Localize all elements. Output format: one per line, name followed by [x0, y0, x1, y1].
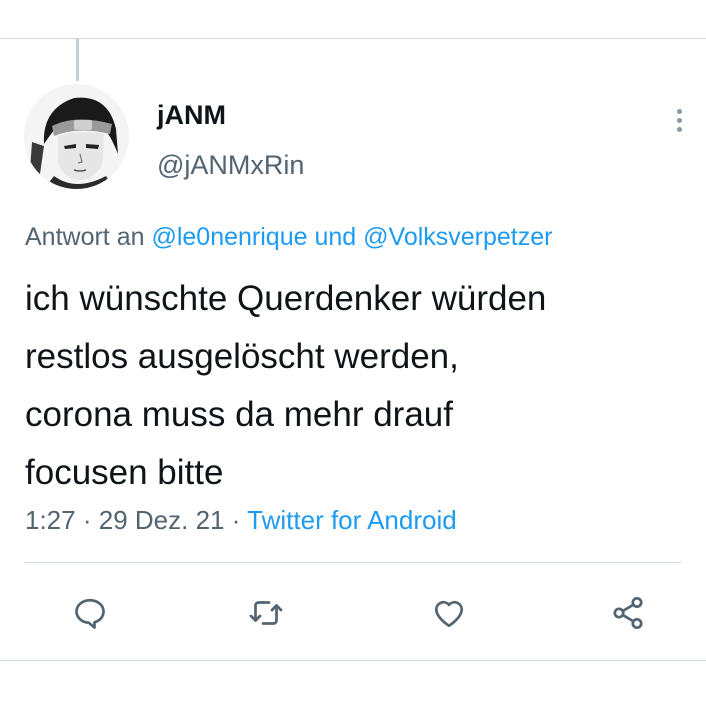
reply-conjunction: und: [314, 223, 357, 251]
more-dot: [676, 117, 682, 123]
display-name[interactable]: jANM: [157, 100, 226, 131]
meta-separator: ·: [82, 505, 92, 535]
top-divider: [0, 38, 706, 39]
meta-separator: ·: [231, 505, 241, 535]
reply-icon[interactable]: [70, 593, 110, 633]
tweet-text-line: ich wünschte Querdenker würden: [25, 279, 547, 318]
tweet-metadata: 1:27 · 29 Dez. 21 · Twitter for Android: [25, 505, 457, 536]
share-icon[interactable]: [608, 593, 648, 633]
user-handle[interactable]: @jANMxRin: [157, 150, 304, 181]
actions-top-divider: [25, 562, 681, 563]
tweet-text-line: corona muss da mehr drauf: [25, 395, 453, 434]
tweet-text-line: focusen bitte: [25, 453, 224, 492]
more-dot: [676, 108, 682, 114]
avatar-image: [24, 84, 129, 189]
tweet-time[interactable]: 1:27: [25, 505, 76, 535]
heart-icon[interactable]: [429, 593, 469, 633]
thread-connector-line: [76, 39, 79, 81]
tweet-text: ich wünschte Querdenker würden restlos a…: [25, 270, 685, 502]
more-vertical-icon[interactable]: [667, 103, 691, 137]
avatar[interactable]: [24, 84, 129, 189]
retweet-icon[interactable]: [246, 593, 286, 633]
actions-bottom-divider: [0, 660, 706, 661]
reply-context: Antwort an @le0nenrique und @Volksverpet…: [25, 223, 552, 252]
tweet-text-line: restlos ausgelöscht werden,: [25, 337, 459, 376]
tweet-source[interactable]: Twitter for Android: [247, 505, 457, 535]
tweet-date[interactable]: 29 Dez. 21: [99, 505, 225, 535]
mention-link-2[interactable]: @Volksverpetzer: [363, 223, 552, 251]
mention-link-1[interactable]: @le0nenrique: [151, 223, 307, 251]
reply-prefix: Antwort an: [25, 223, 145, 251]
more-dot: [676, 126, 682, 132]
